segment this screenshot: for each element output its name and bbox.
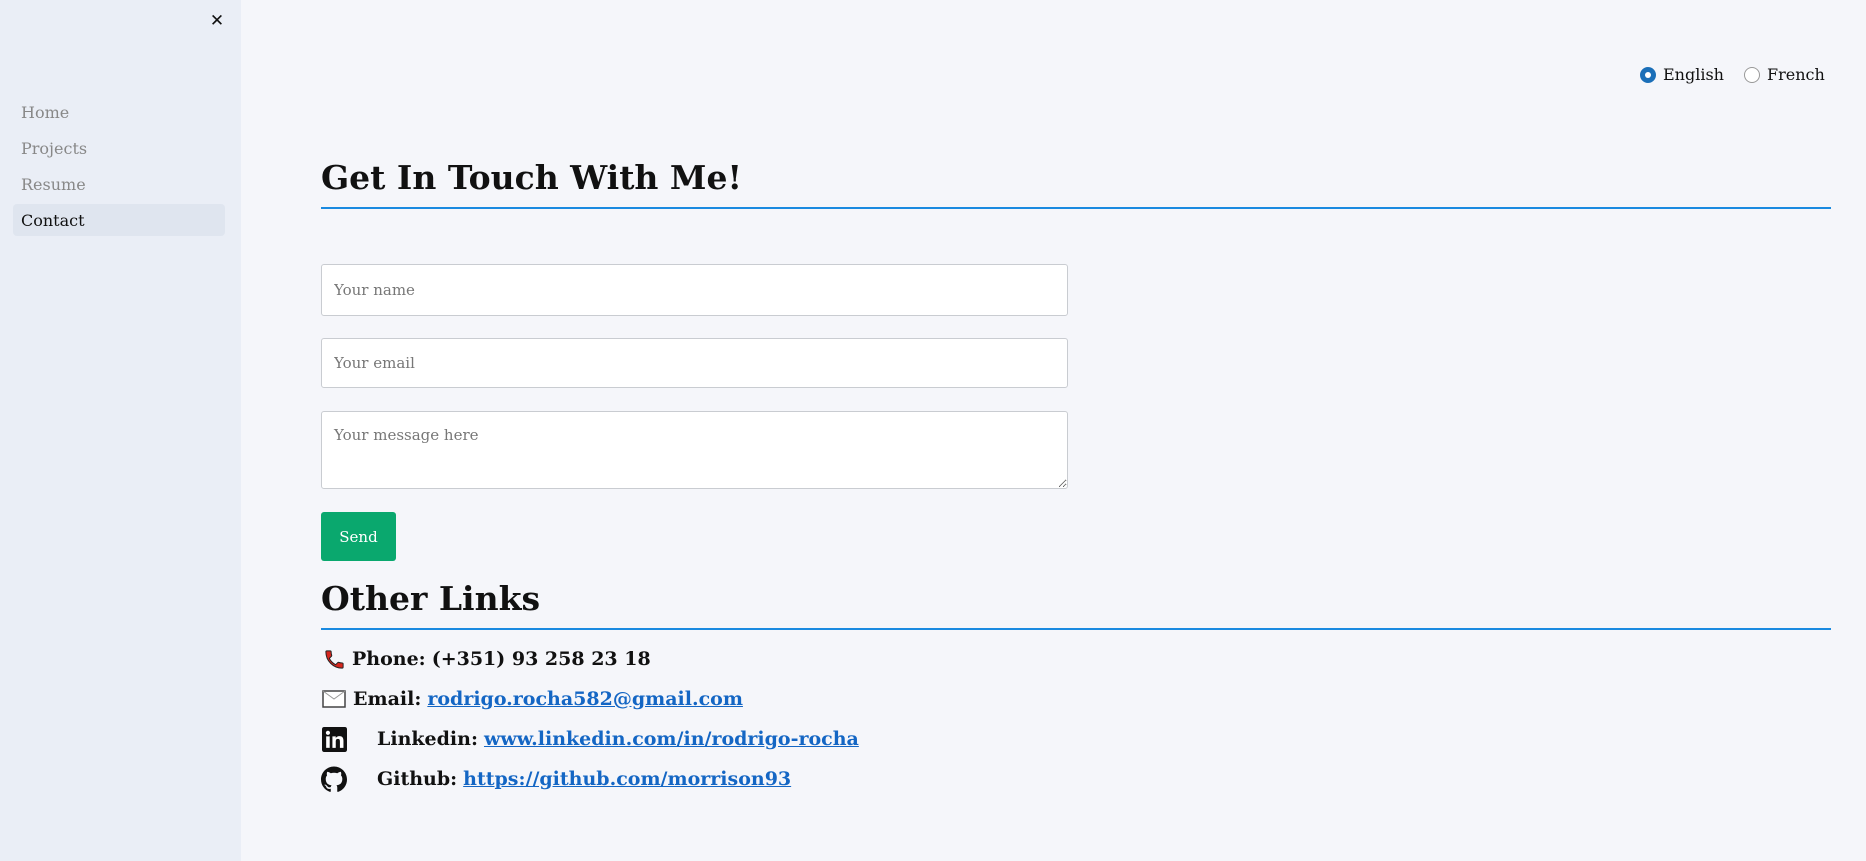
github-icon xyxy=(321,766,347,792)
sidebar-item-label: Home xyxy=(21,102,70,122)
english-radio[interactable] xyxy=(1640,66,1656,83)
sidebar: ✕ Home Projects Resume Contact xyxy=(0,0,241,861)
sidebar-nav: Home Projects Resume Contact xyxy=(13,96,225,240)
github-row: Github: https://github.com/morrison93 xyxy=(321,766,791,792)
language-option-english[interactable]: English xyxy=(1640,65,1724,84)
language-option-french[interactable]: French xyxy=(1743,65,1825,84)
close-icon: ✕ xyxy=(209,11,225,31)
phone-icon xyxy=(321,646,347,672)
sidebar-item-label: Projects xyxy=(21,138,88,158)
language-selector: English French xyxy=(1640,65,1825,84)
name-input[interactable] xyxy=(321,264,1068,316)
english-label: English xyxy=(1663,65,1724,84)
phone-row: Phone: (+351) 93 258 23 18 xyxy=(321,646,651,672)
github-link[interactable]: https://github.com/morrison93 xyxy=(463,768,791,790)
contact-title: Get In Touch With Me! xyxy=(321,158,742,197)
sidebar-item-projects[interactable]: Projects xyxy=(13,132,225,164)
linkedin-label: Linkedin: xyxy=(377,728,478,750)
email-input[interactable] xyxy=(321,338,1068,388)
french-radio[interactable] xyxy=(1743,66,1760,83)
send-button[interactable]: Send xyxy=(321,512,396,561)
sidebar-item-label: Resume xyxy=(21,174,86,194)
sidebar-item-contact[interactable]: Contact xyxy=(13,204,225,236)
linkedin-link[interactable]: www.linkedin.com/in/rodrigo-rocha xyxy=(484,728,859,750)
other-links-title: Other Links xyxy=(321,579,541,618)
french-label: French xyxy=(1766,65,1825,84)
phone-value: (+351) 93 258 23 18 xyxy=(431,648,651,670)
github-label: Github: xyxy=(377,768,458,790)
linkedin-icon xyxy=(321,726,347,752)
linkedin-row: Linkedin: www.linkedin.com/in/rodrigo-ro… xyxy=(321,726,859,752)
message-textarea[interactable] xyxy=(321,411,1068,489)
email-label: Email: xyxy=(353,688,422,710)
email-row: Email: rodrigo.rocha582@gmail.com xyxy=(321,686,743,712)
sidebar-item-home[interactable]: Home xyxy=(13,96,225,128)
phone-label: Phone: xyxy=(352,648,426,670)
other-links-divider xyxy=(321,628,1831,630)
email-link[interactable]: rodrigo.rocha582@gmail.com xyxy=(427,688,743,710)
envelope-icon xyxy=(321,686,347,712)
contact-title-divider xyxy=(321,207,1831,209)
sidebar-item-resume[interactable]: Resume xyxy=(13,168,225,200)
close-sidebar-button[interactable]: ✕ xyxy=(206,8,228,34)
sidebar-item-label: Contact xyxy=(21,210,85,230)
